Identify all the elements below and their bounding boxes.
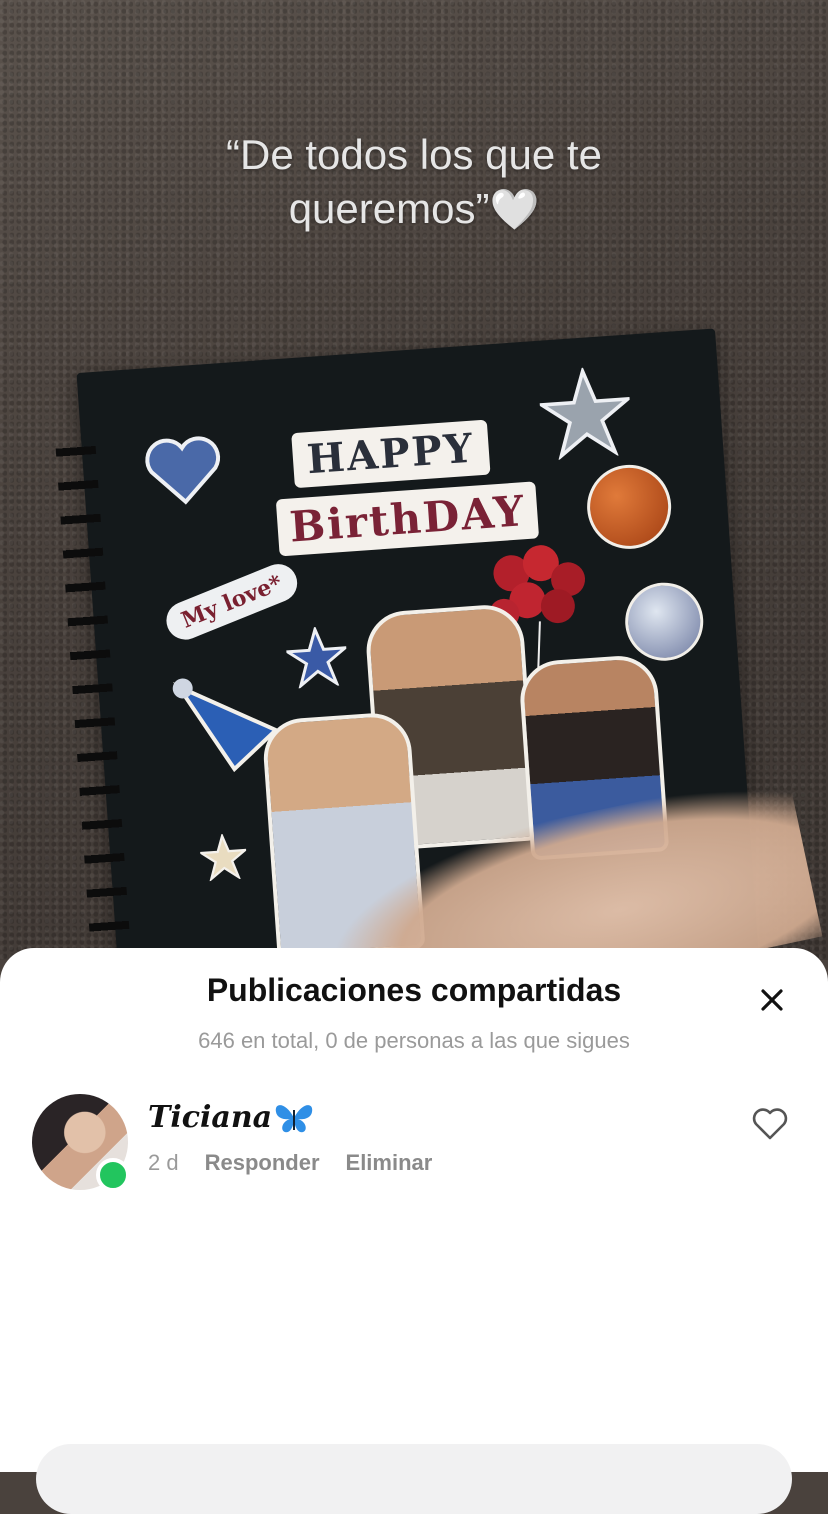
my-love-sticker: My love* <box>160 558 304 646</box>
online-status-dot <box>96 1158 130 1192</box>
video-background[interactable]: “De todos los que te queremos”🤍 HAPPY Bi… <box>0 0 828 960</box>
like-heart-icon[interactable] <box>750 1104 790 1144</box>
silver-star-sticker <box>537 365 634 461</box>
basketball-sticker <box>584 462 674 552</box>
butterfly-icon <box>275 1105 313 1133</box>
shared-posts-sheet: Publicaciones compartidas 646 en total, … <box>0 948 828 1514</box>
close-button[interactable] <box>750 978 794 1022</box>
disco-ball-sticker <box>622 580 706 664</box>
happy-sticker: HAPPY <box>291 419 491 489</box>
blue-heart-sticker <box>145 436 221 505</box>
item-meta: 2 d Responder Eliminar <box>148 1150 432 1176</box>
video-caption: “De todos los que te queremos”🤍 <box>0 128 828 237</box>
close-icon <box>761 989 783 1011</box>
sheet-subtitle: 646 en total, 0 de personas a las que si… <box>198 1028 630 1053</box>
notebook-spiral <box>54 431 133 960</box>
blue-star-sticker <box>284 625 349 690</box>
caption-line-2: queremos” <box>288 185 490 232</box>
comment-input-bar[interactable] <box>36 1444 792 1514</box>
cream-star-sticker <box>199 832 249 882</box>
username[interactable]: Ticiana <box>148 1100 272 1135</box>
delete-button[interactable]: Eliminar <box>346 1150 433 1176</box>
post-time: 2 d <box>148 1150 179 1175</box>
caption-line-1: “De todos los que te <box>226 131 602 178</box>
sheet-title: Publicaciones compartidas <box>206 972 622 1008</box>
list-item: Ticiana 2 d Responder Eliminar <box>32 1094 802 1194</box>
white-heart-icon: 🤍 <box>489 188 540 232</box>
reply-button[interactable]: Responder <box>205 1150 320 1176</box>
